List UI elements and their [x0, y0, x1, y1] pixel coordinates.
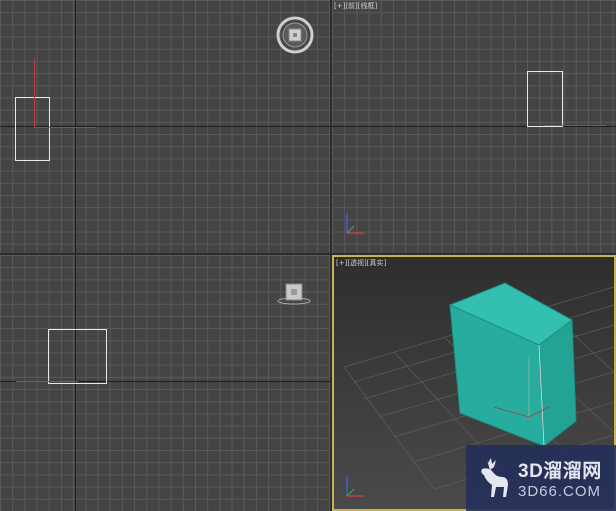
viewcube-icon	[277, 283, 311, 305]
box-wireframe[interactable]	[527, 71, 563, 127]
viewcube[interactable]	[276, 281, 312, 307]
viewport-menu-view[interactable]: [前]	[345, 2, 357, 10]
watermark-title: 3D溜溜网	[518, 461, 602, 482]
deer-logo-icon	[481, 457, 508, 497]
watermark-subtitle: 3D66.COM	[518, 483, 602, 500]
pivot-x-axis	[544, 125, 606, 126]
viewport-left[interactable]	[0, 255, 330, 511]
viewcube-ring-icon	[276, 16, 314, 54]
viewport-menu-mode[interactable]: [线框]	[358, 2, 377, 10]
axis-tripod-icon	[346, 213, 364, 234]
watermark: 3D溜溜网 3D66.COM	[466, 445, 616, 511]
box-wireframe[interactable]	[48, 329, 107, 384]
box-wireframe[interactable]	[15, 97, 50, 161]
viewport-front[interactable]: [+][前][线框]	[332, 0, 616, 253]
viewport-label-front: [+][前][线框]	[334, 1, 377, 11]
viewport-menu-plus[interactable]: [+]	[334, 2, 345, 10]
viewport-top[interactable]	[0, 0, 330, 253]
pivot-y-axis	[34, 58, 35, 128]
viewcube-compass[interactable]	[275, 15, 315, 55]
axis-tripod-icon	[346, 476, 364, 497]
pivot-x-axis	[34, 127, 96, 128]
world-axis-horizontal	[332, 126, 616, 127]
pivot-x-axis	[16, 381, 78, 382]
